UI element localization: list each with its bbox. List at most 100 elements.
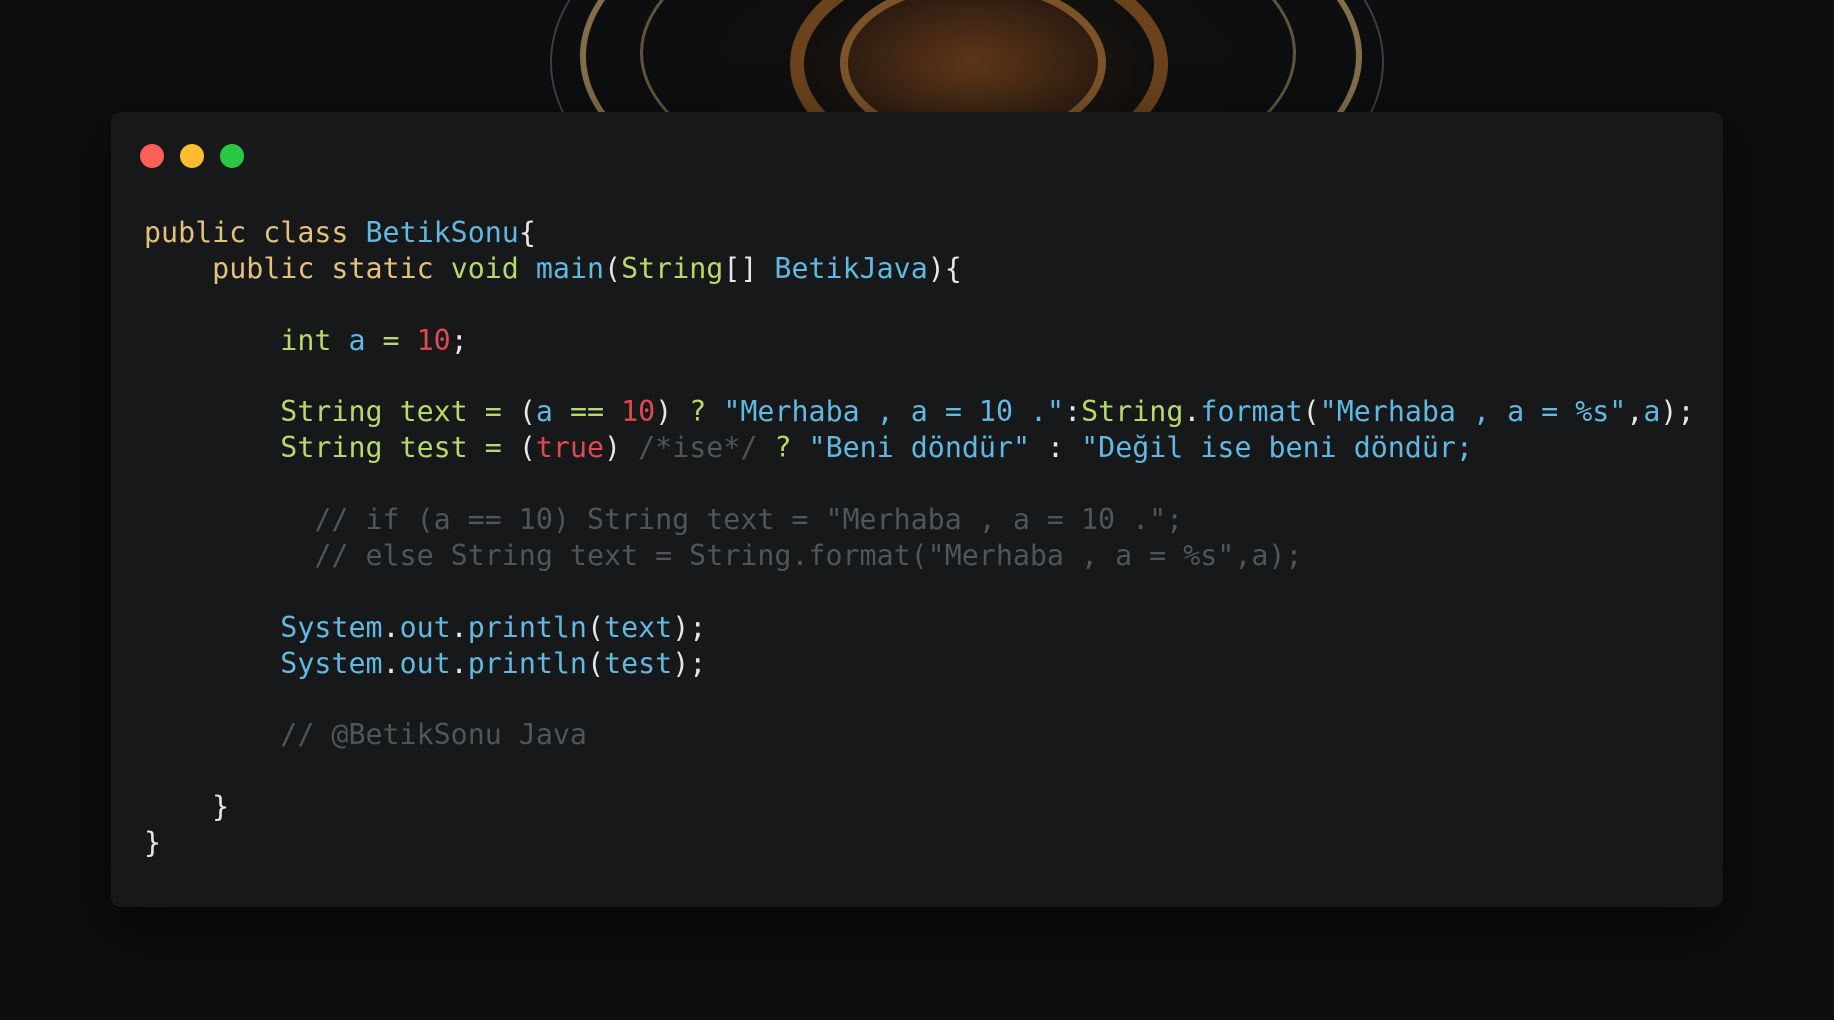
code-token: main [535, 251, 605, 285]
code-token: a [1643, 395, 1661, 429]
code-token: . [1183, 395, 1201, 429]
code-token: : [1030, 431, 1082, 465]
code-token: , [1626, 395, 1644, 429]
code-token: a [348, 323, 366, 357]
code-token: text [604, 610, 673, 644]
code-token: System [280, 610, 383, 644]
code-token: BetikSonu [365, 216, 519, 249]
code-line: String test = (true) /*ise*/ ? "Beni dön… [144, 430, 1695, 466]
code-token: = [484, 431, 502, 465]
code-token: int [280, 323, 332, 357]
minimize-window-button[interactable] [180, 144, 204, 168]
code-token: ? [689, 395, 707, 429]
code-token: ) [604, 431, 639, 465]
code-token: System [280, 646, 383, 680]
code-token: // if (a == 10) String text = "Merhaba ,… [314, 503, 1184, 537]
code-token: ( [501, 431, 536, 465]
code-token: true [535, 431, 605, 465]
code-token: test [604, 646, 673, 680]
code-token: = [484, 395, 502, 429]
code-line: // if (a == 10) String text = "Merhaba ,… [144, 502, 1695, 538]
code-token: "Merhaba , a = %s" [1319, 395, 1627, 429]
code-line: } [144, 789, 1695, 825]
code-token: ( [586, 610, 605, 644]
code-token: class [263, 216, 349, 249]
code-token: . [382, 610, 400, 644]
code-token: . [382, 646, 400, 680]
code-line: System.out.println(test); [144, 646, 1695, 682]
code-token: static [331, 251, 434, 285]
code-token: BetikJava [774, 251, 928, 285]
code-token: ); [1660, 395, 1695, 429]
code-token: ( [586, 646, 605, 680]
code-token: String [280, 431, 383, 465]
code-token: { [518, 216, 536, 249]
code-token: ){ [927, 251, 962, 285]
code-token: /*ise*/ [638, 431, 758, 465]
code-token: "Merhaba , a = 10 ." [723, 395, 1065, 429]
code-token: == [569, 395, 605, 429]
code-token: 10 [621, 395, 656, 429]
code-line: } [144, 825, 1695, 861]
code-token: String [280, 395, 383, 429]
code-token: } [144, 826, 162, 860]
code-token: // else String text = String.format("Mer… [314, 539, 1303, 573]
code-token: "Değil ise beni döndür; [1081, 431, 1473, 465]
code-token: : [1064, 395, 1082, 429]
code-token: println [467, 610, 587, 644]
code-token: ? [774, 431, 792, 465]
code-token: ( [604, 251, 622, 285]
code-token: a [535, 395, 553, 429]
code-token: ); [672, 610, 707, 644]
code-line: // @BetikSonu Java [144, 717, 1695, 753]
code-window: public class BetikSonu{ public static vo… [111, 112, 1723, 907]
code-line: // else String text = String.format("Mer… [144, 538, 1695, 574]
code-token: ( [1302, 395, 1320, 429]
maximize-window-button[interactable] [220, 144, 244, 168]
code-token: . [450, 646, 468, 680]
code-token: 10 [416, 323, 451, 357]
code-token: . [450, 610, 468, 644]
code-token: ); [672, 646, 707, 680]
code-token: String [1081, 395, 1184, 429]
code-token: out [399, 610, 451, 644]
code-token: text [399, 395, 468, 429]
code-token: = [382, 323, 400, 357]
code-block: public class BetikSonu{ public static vo… [144, 215, 1695, 861]
code-token: public [144, 216, 247, 249]
code-line: public class BetikSonu{ [144, 215, 1695, 251]
code-token: ; [450, 323, 468, 357]
code-token: ( [501, 395, 536, 429]
code-token: ) [655, 395, 690, 429]
code-token: String [621, 251, 724, 285]
close-window-button[interactable] [140, 144, 164, 168]
code-token: format [1200, 395, 1303, 429]
